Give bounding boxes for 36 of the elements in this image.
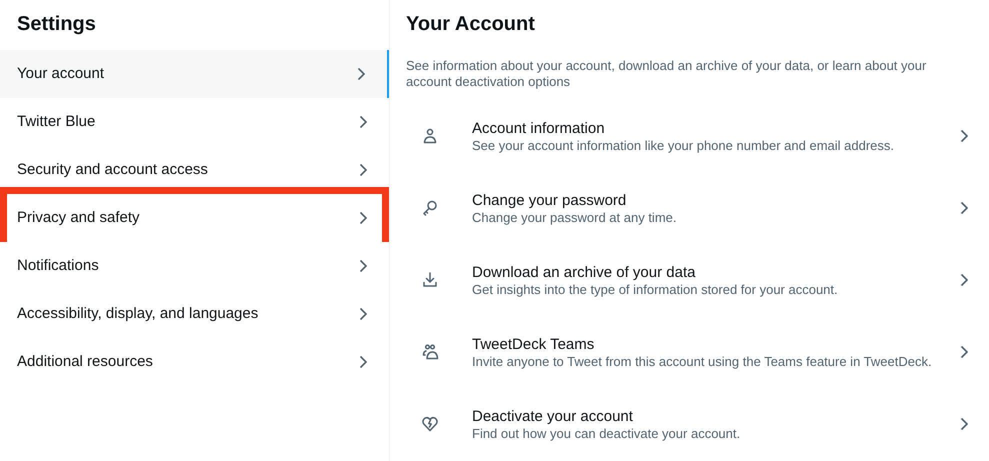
chevron-right-icon	[960, 417, 969, 431]
option-subtitle: Change your password at any time.	[472, 210, 678, 226]
option-subtitle: See your account information like your phone number and email address.	[472, 138, 896, 154]
option-title: Download an archive of your data	[472, 262, 696, 282]
sidebar-title: Settings	[16, 12, 97, 37]
key-icon	[421, 199, 439, 217]
option-title: TweetDeck Teams	[472, 334, 596, 354]
chevron-right-icon	[359, 259, 368, 273]
person-icon	[421, 127, 439, 145]
chevron-right-icon	[359, 211, 368, 225]
chevron-right-icon	[960, 201, 969, 215]
sidebar-item[interactable]: Your account	[0, 50, 389, 98]
chevron-right-icon	[359, 355, 368, 369]
option-title: Change your password	[472, 190, 628, 210]
broken-heart-icon	[421, 415, 439, 433]
page-description: See information about your account, download an archive of your data, or learn about your account deactivation options	[405, 58, 928, 91]
option-title: Deactivate your account	[472, 406, 634, 426]
page-title: Your Account	[405, 12, 536, 37]
account-option[interactable]: Deactivate your account Find out how you can deactivate your account.	[390, 388, 989, 460]
account-option[interactable]: TweetDeck Teams Invite anyone to Tweet from this account using the Teams feature in TweetDeck.	[390, 316, 989, 388]
account-option[interactable]: Change your password Change your password at any time.	[390, 172, 989, 244]
chevron-right-icon	[359, 307, 368, 321]
chevron-right-icon	[359, 115, 368, 129]
option-subtitle: Invite anyone to Tweet from this account using the Teams feature in TweetDeck.	[472, 354, 933, 370]
option-subtitle: Find out how you can deactivate your account.	[472, 426, 742, 442]
chevron-right-icon	[960, 273, 969, 287]
download-icon	[421, 271, 439, 289]
option-subtitle: Get insights into the type of information stored for your account.	[472, 282, 839, 298]
option-title: Account information	[472, 118, 606, 138]
chevron-right-icon	[960, 129, 969, 143]
chevron-right-icon	[960, 345, 969, 359]
chevron-right-icon	[359, 163, 368, 177]
people-icon	[421, 343, 439, 361]
account-option[interactable]: Account information See your account information like your phone number and email address.	[390, 100, 989, 172]
account-option[interactable]: Download an archive of your data Get insights into the type of information stored for your account.	[390, 244, 989, 316]
chevron-right-icon	[357, 67, 366, 81]
